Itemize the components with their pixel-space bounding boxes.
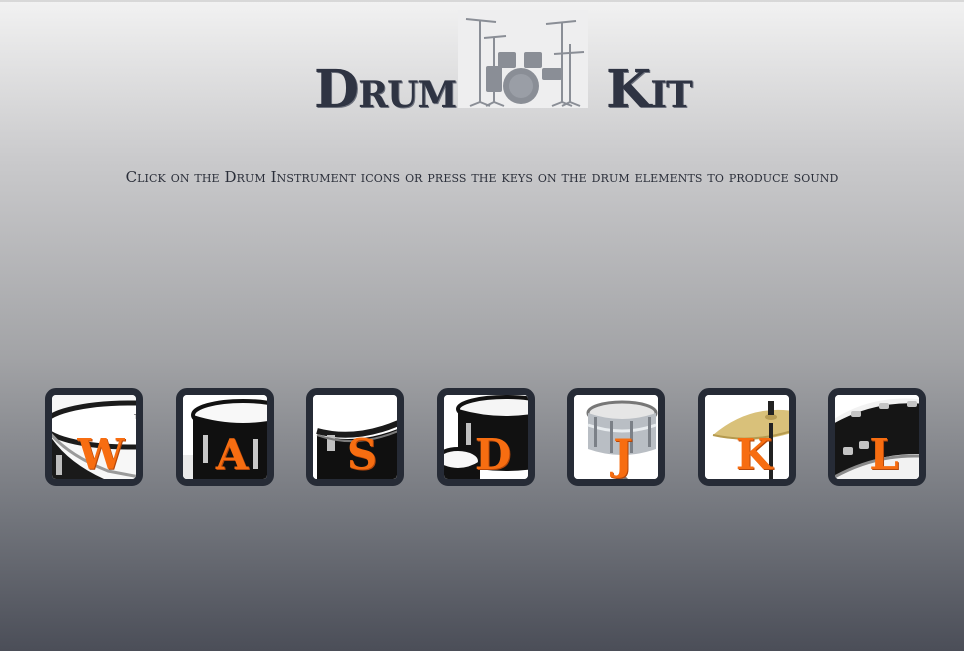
drum-key-s[interactable]: S [306, 388, 404, 486]
drum-key-d[interactable]: D [437, 388, 535, 486]
svg-text:TAMA: TAMA [133, 413, 143, 421]
title-drum: Drum [314, 59, 457, 120]
key-letter-s: S [346, 430, 378, 479]
drum-key-w[interactable]: TAMA W [45, 388, 143, 486]
key-letter-d: D [474, 430, 512, 479]
instructions-text: Click on the Drum Instrument icons or pr… [125, 168, 839, 186]
key-letter-l: L [869, 430, 899, 479]
drum-key-a[interactable]: A [176, 388, 274, 486]
drum-key-j[interactable]: J [567, 388, 665, 486]
drum-key-l[interactable]: L [828, 388, 926, 486]
key-letter-w: W [77, 430, 125, 479]
top-rule [0, 0, 964, 2]
key-letter-j: J [613, 430, 633, 479]
key-letter-a: A [215, 430, 249, 479]
drum-key-k[interactable]: K [698, 388, 796, 486]
drum-pad-row: TAMA W A S [0, 388, 964, 500]
page-header: Drum Kit [0, 8, 964, 120]
drum-kit-icon [458, 10, 588, 108]
title-kit: Kit [606, 59, 693, 120]
key-letter-k: K [735, 430, 773, 479]
